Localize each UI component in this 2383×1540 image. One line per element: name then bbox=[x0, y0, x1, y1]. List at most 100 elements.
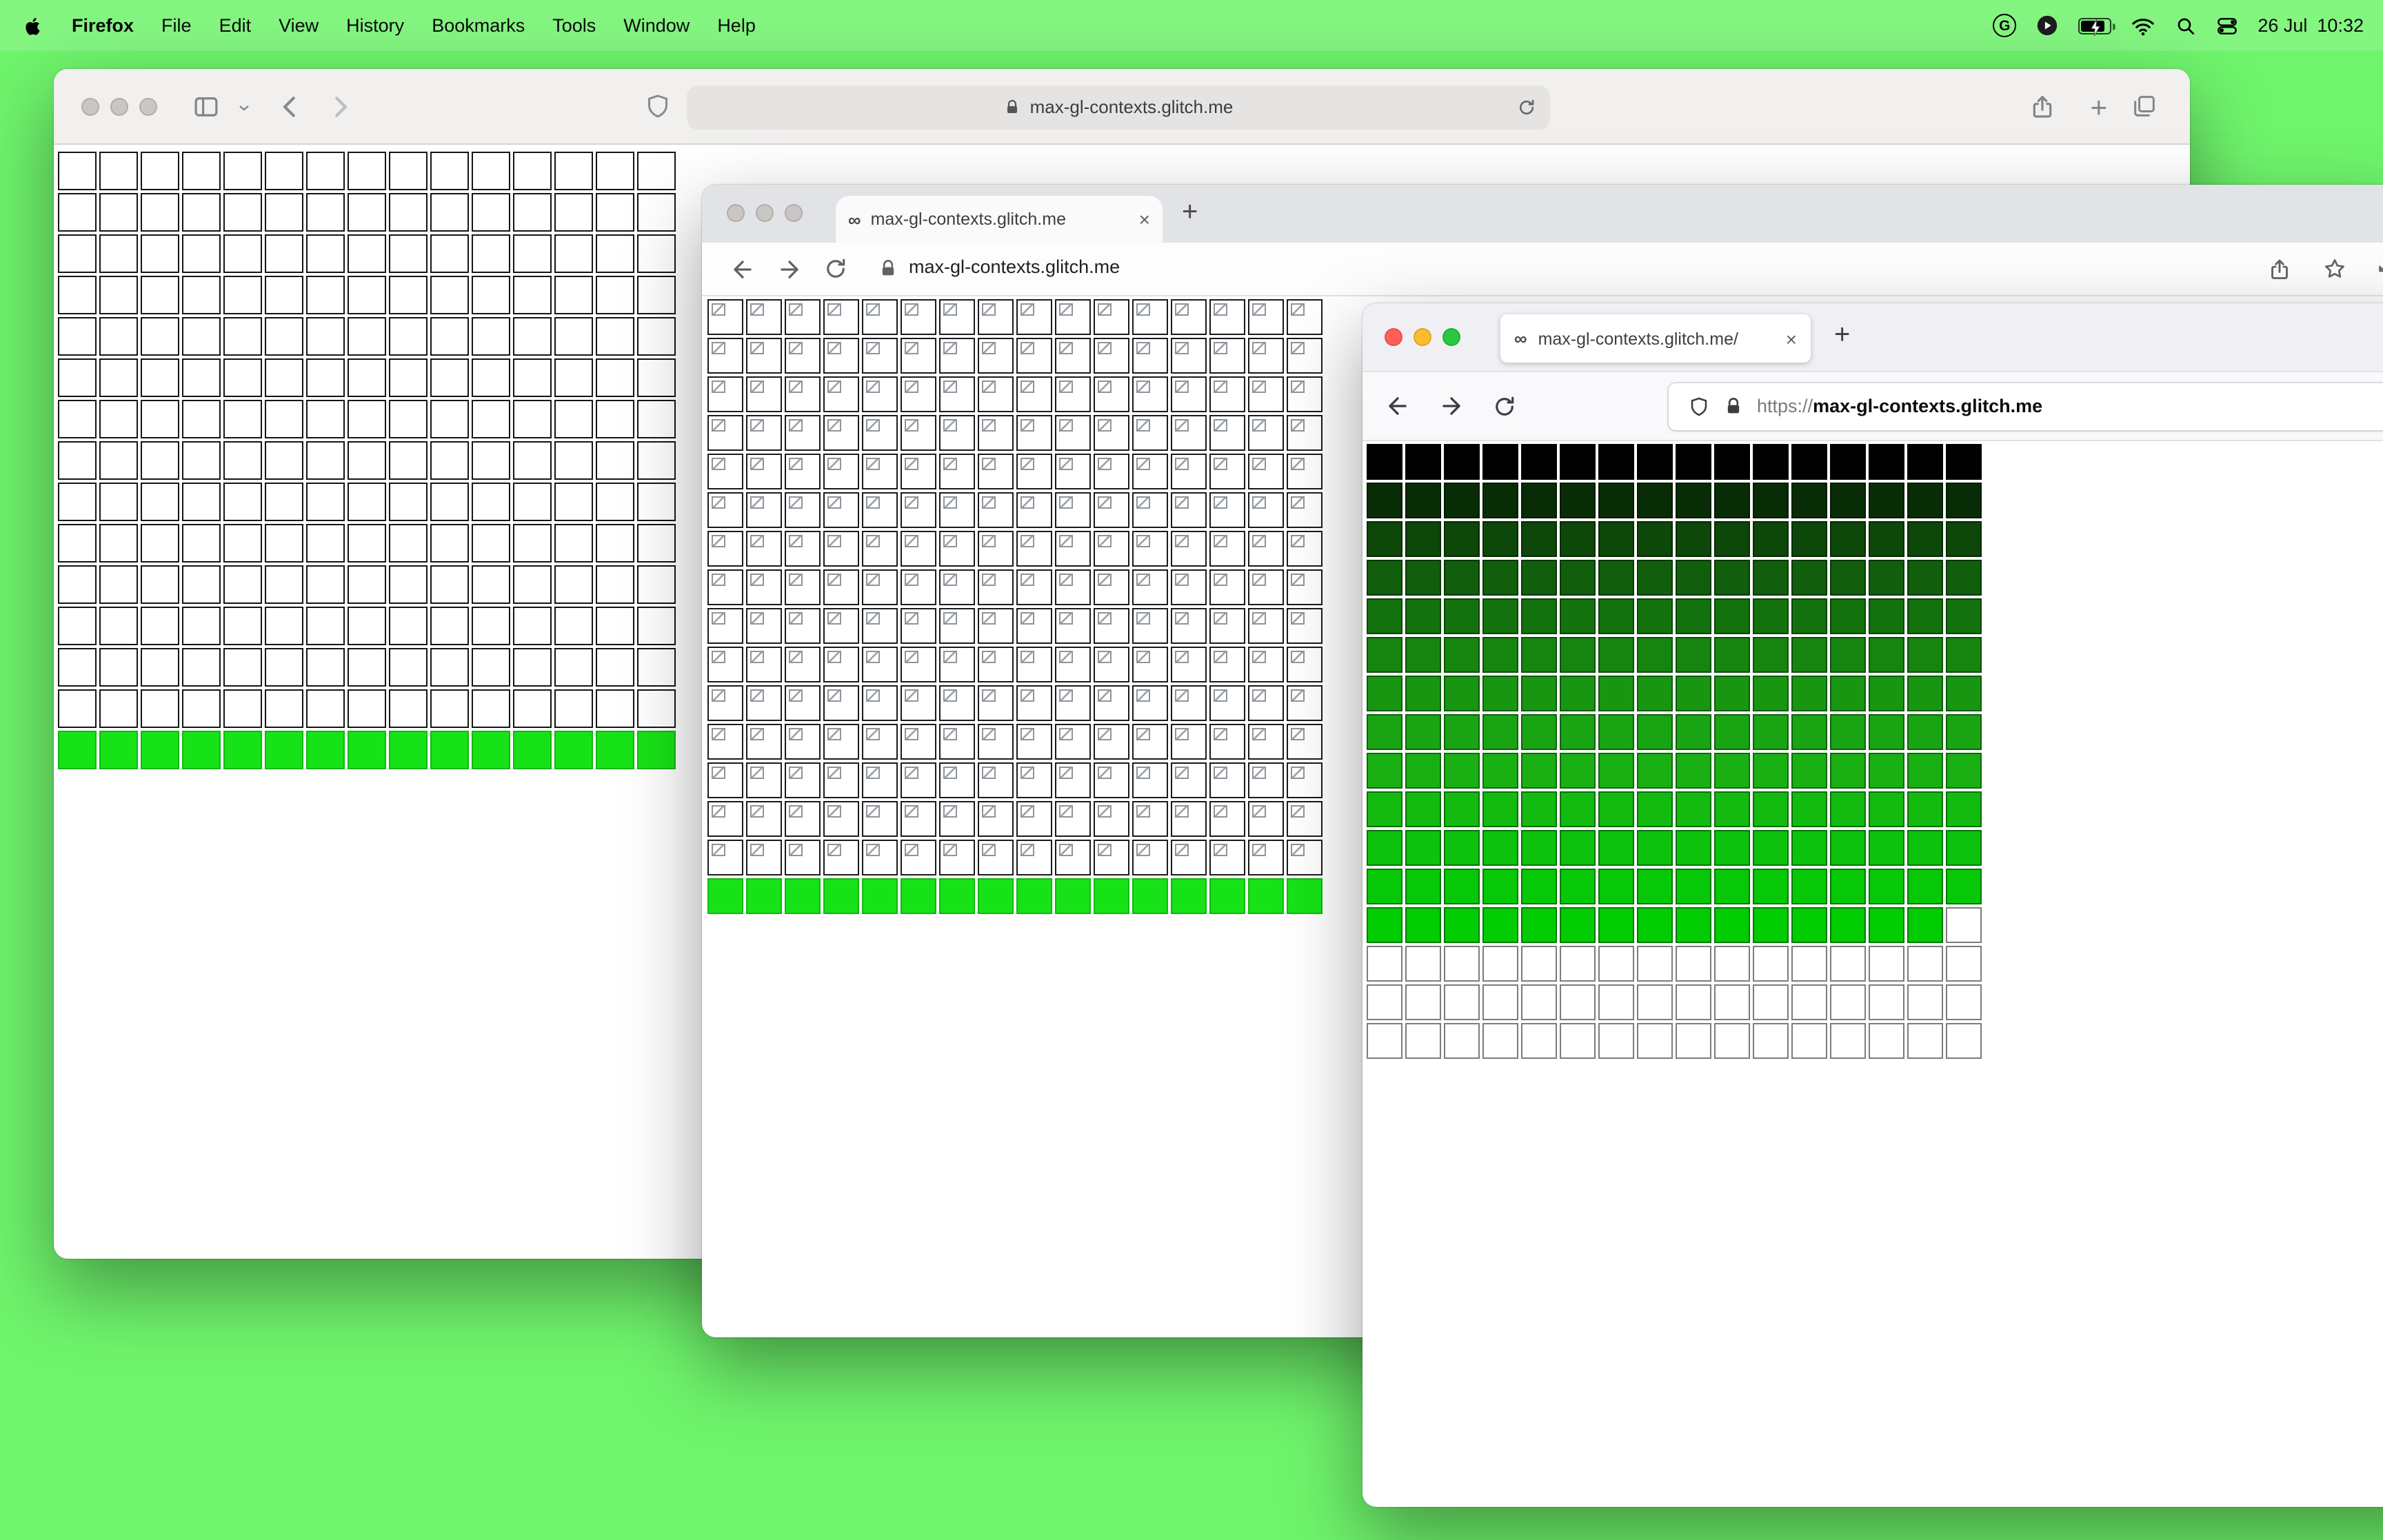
canvas-blank bbox=[182, 524, 221, 563]
close-tab-icon[interactable]: × bbox=[1786, 329, 1797, 348]
canvas-blank bbox=[223, 317, 262, 356]
gl-canvas bbox=[1791, 637, 1827, 673]
canvas-blank bbox=[472, 565, 510, 604]
back-button[interactable] bbox=[1385, 393, 1411, 419]
broken-image-icon bbox=[943, 767, 957, 779]
zoom-window-button[interactable] bbox=[139, 98, 157, 116]
menu-item-bookmarks[interactable]: Bookmarks bbox=[432, 15, 525, 36]
close-window-button[interactable] bbox=[81, 98, 99, 116]
canvas-broken bbox=[1287, 415, 1323, 451]
canvas-active bbox=[1094, 878, 1129, 914]
new-tab-button[interactable]: + bbox=[1834, 320, 1850, 352]
gl-canvas bbox=[1405, 637, 1441, 673]
wifi-icon[interactable] bbox=[2131, 13, 2155, 38]
chevron-down-icon[interactable] bbox=[236, 99, 252, 116]
canvas-broken bbox=[1209, 685, 1245, 721]
apple-menu-icon[interactable] bbox=[22, 14, 44, 37]
new-tab-button[interactable]: + bbox=[1182, 197, 1198, 229]
broken-image-icon bbox=[1291, 689, 1305, 702]
broken-image-icon bbox=[866, 303, 880, 316]
canvas-broken bbox=[707, 840, 743, 875]
broken-image-icon bbox=[1291, 496, 1305, 509]
control-center-icon[interactable] bbox=[2216, 14, 2238, 37]
minimize-window-button[interactable] bbox=[110, 98, 128, 116]
gl-canvas bbox=[1482, 791, 1518, 827]
canvas-broken bbox=[746, 531, 782, 567]
canvas-broken bbox=[901, 685, 936, 721]
grammarly-status-icon[interactable]: G bbox=[1993, 14, 2017, 37]
gl-canvas bbox=[1753, 907, 1789, 943]
browser-tab[interactable]: ∞ max-gl-contexts.glitch.me/ × bbox=[1500, 314, 1811, 363]
canvas-broken bbox=[1171, 338, 1207, 374]
menu-item-tools[interactable]: Tools bbox=[552, 15, 596, 36]
close-window-button[interactable] bbox=[1385, 328, 1402, 346]
canvas-blank bbox=[223, 234, 262, 273]
canvas-blank bbox=[637, 565, 676, 604]
broken-image-icon bbox=[1291, 844, 1305, 856]
new-tab-button[interactable]: + bbox=[2090, 92, 2107, 125]
back-button[interactable] bbox=[277, 94, 303, 120]
canvas-broken bbox=[1287, 685, 1323, 721]
reload-icon[interactable] bbox=[1517, 97, 1536, 116]
broken-image-icon bbox=[1214, 805, 1227, 818]
menu-item-history[interactable]: History bbox=[346, 15, 404, 36]
firefox-address-bar[interactable]: https://max-gl-contexts.glitch.me bbox=[1669, 383, 2383, 429]
privacy-shield-icon[interactable] bbox=[644, 92, 672, 120]
canvas-broken bbox=[1132, 376, 1168, 412]
canvas-broken bbox=[1209, 724, 1245, 760]
forward-button[interactable] bbox=[776, 256, 803, 283]
menu-item-file[interactable]: File bbox=[161, 15, 192, 36]
minimize-window-button[interactable] bbox=[1414, 328, 1431, 346]
chrome-url-text[interactable]: max-gl-contexts.glitch.me bbox=[909, 256, 1120, 277]
canvas-broken bbox=[823, 531, 859, 567]
gl-canvas bbox=[1946, 444, 1982, 480]
gl-canvas bbox=[1367, 869, 1402, 904]
reload-button[interactable] bbox=[1492, 394, 1517, 418]
reload-button[interactable] bbox=[823, 256, 848, 281]
canvas-blank bbox=[472, 152, 510, 190]
broken-image-icon bbox=[1175, 805, 1189, 818]
zoom-window-button[interactable] bbox=[785, 204, 803, 222]
safari-address-bar[interactable]: max-gl-contexts.glitch.me bbox=[687, 85, 1550, 129]
menu-item-window[interactable]: Window bbox=[623, 15, 690, 36]
broken-image-icon bbox=[866, 689, 880, 702]
gl-canvas-lost bbox=[1753, 946, 1789, 982]
broken-image-icon bbox=[789, 342, 803, 354]
forward-button[interactable] bbox=[1438, 393, 1465, 419]
playback-status-icon[interactable] bbox=[2035, 14, 2059, 37]
forward-button[interactable] bbox=[327, 94, 353, 120]
canvas-broken bbox=[1132, 415, 1168, 451]
bookmark-star-icon[interactable] bbox=[2322, 256, 2347, 281]
back-button[interactable] bbox=[730, 256, 756, 283]
minimize-window-button[interactable] bbox=[756, 204, 774, 222]
lock-icon[interactable] bbox=[878, 259, 898, 278]
close-window-button[interactable] bbox=[727, 204, 745, 222]
canvas-blank bbox=[141, 689, 179, 728]
gl-canvas bbox=[1521, 869, 1557, 904]
menubar-clock[interactable]: 26 Jul 10:32 bbox=[2258, 15, 2364, 36]
canvas-blank bbox=[58, 607, 97, 645]
lock-icon[interactable] bbox=[1724, 396, 1743, 416]
share-icon[interactable] bbox=[2267, 256, 2292, 281]
tracking-shield-icon[interactable] bbox=[1688, 395, 1710, 417]
sidebar-icon[interactable] bbox=[192, 92, 221, 121]
battery-icon[interactable] bbox=[2078, 17, 2116, 36]
spotlight-search-icon[interactable] bbox=[2175, 14, 2197, 37]
menu-app-name[interactable]: Firefox bbox=[72, 15, 134, 36]
zoom-window-button[interactable] bbox=[1442, 328, 1460, 346]
share-icon[interactable] bbox=[2029, 92, 2056, 120]
canvas-broken bbox=[823, 299, 859, 335]
canvas-broken bbox=[823, 647, 859, 682]
menu-item-view[interactable]: View bbox=[279, 15, 319, 36]
browser-tab[interactable]: ∞ max-gl-contexts.glitch.me × bbox=[836, 196, 1163, 243]
canvas-blank bbox=[306, 152, 345, 190]
canvas-broken bbox=[1287, 492, 1323, 528]
broken-image-icon bbox=[1291, 574, 1305, 586]
canvas-active bbox=[472, 731, 510, 769]
menu-item-edit[interactable]: Edit bbox=[219, 15, 252, 36]
broken-image-icon bbox=[750, 496, 764, 509]
menu-item-help[interactable]: Help bbox=[717, 15, 756, 36]
close-tab-icon[interactable]: × bbox=[1139, 210, 1150, 229]
tab-overview-icon[interactable] bbox=[2131, 92, 2158, 120]
extensions-puzzle-icon[interactable] bbox=[2375, 256, 2383, 281]
